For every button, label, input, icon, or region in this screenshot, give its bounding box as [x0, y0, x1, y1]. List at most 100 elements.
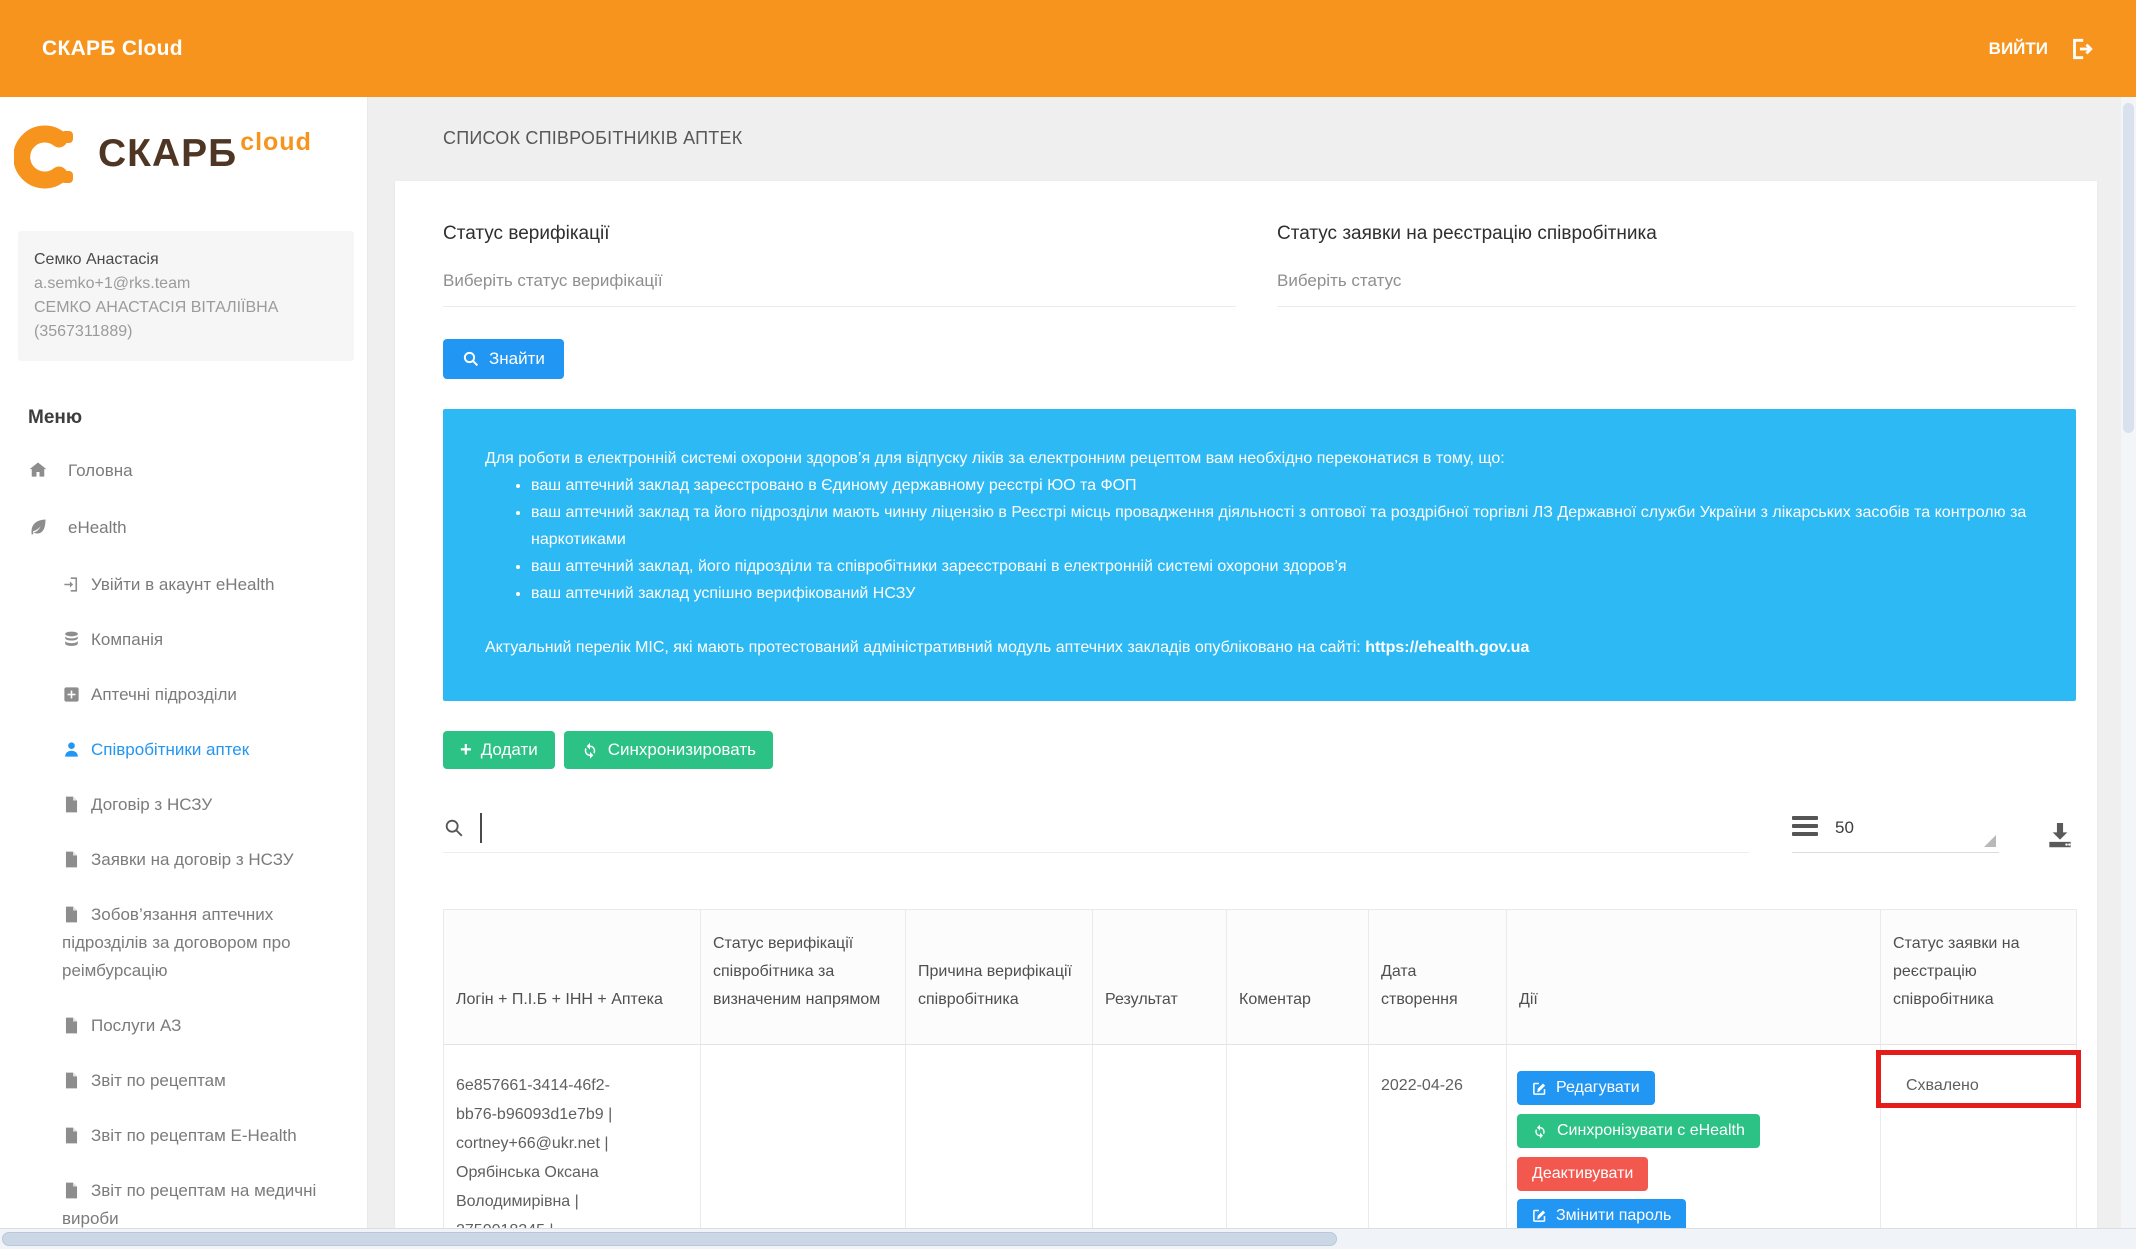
sidebar-item-reimbursement-obligations[interactable]: Зобов’язання аптечних підрозділів за дог…	[28, 901, 343, 985]
sync-ehealth-button[interactable]: Синхронізувати с eHealth	[1517, 1114, 1760, 1148]
file-icon	[62, 905, 82, 925]
main-content: СПИСОК СПІВРОБІТНИКІВ АПТЕК Статус вериф…	[368, 97, 2136, 1249]
verification-status-select[interactable]: Виберіть статус верифікації	[443, 271, 1236, 307]
sidebar-item-az-services[interactable]: Послуги АЗ	[28, 1012, 343, 1040]
brand-title: СКАРБ Cloud	[42, 37, 183, 61]
result-cell	[1093, 1045, 1227, 1249]
home-icon	[28, 460, 48, 480]
topbar: СКАРБ Cloud ВИЙТИ	[0, 0, 2136, 97]
sign-out-icon	[2068, 36, 2094, 62]
verification-status-cell	[701, 1045, 906, 1249]
sidebar-menu: Головна eHealth Увійти в акаунт eHealth …	[0, 457, 367, 1249]
table-search[interactable]	[443, 813, 1749, 853]
sidebar-item-nszu-contract[interactable]: Договір з НСЗУ	[28, 791, 343, 819]
list-controls: 50	[1792, 816, 2076, 853]
notice-item: ваш аптечний заклад та його підрозділи м…	[531, 499, 2034, 553]
vertical-scrollbar-thumb[interactable]	[2123, 103, 2134, 433]
edit-icon	[1532, 1081, 1547, 1096]
sidebar-item-pharmacy-units[interactable]: Аптечні підрозділи	[28, 681, 343, 709]
sidebar-item-company[interactable]: Компанія	[28, 626, 343, 654]
notice-item: ваш аптечний заклад успішно верифіковани…	[531, 580, 2034, 607]
search-icon	[462, 350, 480, 368]
file-icon	[62, 1181, 82, 1201]
user-name: Семко Анастасія	[34, 248, 338, 272]
list-icon	[1792, 816, 1818, 840]
column-header-comment: Коментар	[1227, 910, 1369, 1045]
find-button[interactable]: Знайти	[443, 339, 564, 379]
search-input[interactable]	[488, 817, 1749, 839]
plus-icon: +	[460, 740, 472, 760]
skarb-logo-icon	[14, 125, 78, 189]
file-icon	[62, 1016, 82, 1036]
notice-list: ваш аптечний заклад зареєстровано в Єдин…	[485, 472, 2034, 607]
application-status-select[interactable]: Виберіть статус	[1277, 271, 2076, 307]
page-size-select[interactable]: 50	[1792, 816, 1999, 853]
employee-login-cell: 6e857661-3414-46f2- bb76-b96093d1e7b9 | …	[444, 1045, 701, 1249]
add-button[interactable]: + Додати	[443, 731, 555, 769]
application-status-filter: Статус заявки на реєстрацію співробітник…	[1277, 223, 2076, 307]
sidebar-item-ehealth-login[interactable]: Увійти в акаунт eHealth	[28, 571, 343, 599]
employees-table-wrap: Логін + П.І.Б + ІНН + Аптека Статус вери…	[443, 909, 2076, 1249]
column-header-verification-reason: Причина верифікації співробітника	[906, 910, 1093, 1045]
user-icon	[62, 740, 82, 760]
column-header-created-date: Дата створення	[1369, 910, 1507, 1045]
sidebar-item-ehealth[interactable]: eHealth	[28, 514, 343, 542]
sidebar-item-home[interactable]: Головна	[28, 457, 343, 485]
vertical-scrollbar[interactable]	[2121, 97, 2136, 1228]
sidebar-item-medical-devices-report[interactable]: Звіт по рецептам на медичні вироби	[28, 1177, 343, 1233]
sync-icon	[1532, 1123, 1548, 1139]
info-notice: Для роботи в електронній системі охорони…	[443, 409, 2076, 701]
sidebar-item-prescription-report-ehealth[interactable]: Звіт по рецептам E-Health	[28, 1122, 343, 1150]
employees-table: Логін + П.І.Б + ІНН + Аптека Статус вери…	[443, 909, 2077, 1249]
column-header-result: Результат	[1093, 910, 1227, 1045]
logout-label: ВИЙТИ	[1989, 39, 2048, 59]
user-info-box: Семко Анастасія a.semko+1@rks.team СЕМКО…	[18, 231, 354, 361]
horizontal-scrollbar[interactable]	[0, 1228, 2136, 1249]
row-actions-cell: Редагувати Синхронізувати с eHealth Деак…	[1507, 1045, 1881, 1249]
edit-icon	[1532, 1208, 1547, 1223]
app-window: СКАРБ Cloud ВИЙТИ СКАРБcloud Семко Анаст…	[0, 0, 2136, 1249]
comment-cell	[1227, 1045, 1369, 1249]
page-title: СПИСОК СПІВРОБІТНИКІВ АПТЕК	[368, 97, 2136, 149]
sign-in-icon	[62, 575, 82, 595]
synchronize-button[interactable]: Синхронизировать	[564, 731, 773, 769]
sidebar-item-pharmacy-employees[interactable]: Співробітники аптек	[28, 736, 343, 764]
resize-corner-icon	[1984, 835, 1996, 847]
filters-row: Статус верифікації Виберіть статус вериф…	[443, 223, 2076, 307]
ehealth-link[interactable]: https://ehealth.gov.ua	[1365, 639, 1529, 656]
table-header-row: Логін + П.І.Б + ІНН + Аптека Статус вери…	[444, 910, 2077, 1045]
menu-heading: Меню	[28, 407, 367, 429]
logo-cloud-label: cloud	[240, 128, 312, 156]
sync-icon	[581, 741, 599, 759]
table-actions-row: + Додати Синхронизировать	[443, 731, 2076, 769]
file-icon	[62, 795, 82, 815]
application-status-label: Статус заявки на реєстрацію співробітник…	[1277, 223, 2076, 245]
user-email: a.semko+1@rks.team	[34, 272, 338, 296]
plus-square-icon	[62, 685, 82, 705]
user-phone: (3567311889)	[34, 320, 338, 344]
edit-button[interactable]: Редагувати	[1517, 1071, 1655, 1105]
file-icon	[62, 850, 82, 870]
logout-button[interactable]: ВИЙТИ	[1989, 36, 2094, 62]
text-cursor	[480, 813, 482, 843]
file-icon	[62, 1071, 82, 1091]
notice-item: ваш аптечний заклад, його підрозділи та …	[531, 553, 2034, 580]
column-header-verification-status: Статус верифікації співробітника за визн…	[701, 910, 906, 1045]
download-button[interactable]	[2044, 819, 2076, 853]
sidebar-item-prescription-report[interactable]: Звіт по рецептам	[28, 1067, 343, 1095]
database-icon	[62, 630, 82, 650]
application-status-cell: Схвалено	[1881, 1045, 2077, 1249]
status-value: Схвалено	[1906, 1077, 1979, 1094]
notice-item: ваш аптечний заклад зареєстровано в Єдин…	[531, 472, 2034, 499]
search-icon	[443, 817, 465, 839]
sidebar-item-nszu-contract-applications[interactable]: Заявки на договір з НСЗУ	[28, 846, 343, 874]
verification-status-filter: Статус верифікації Виберіть статус вериф…	[443, 223, 1236, 307]
sidebar: СКАРБcloud Семко Анастасія a.semko+1@rks…	[0, 97, 368, 1249]
deactivate-button[interactable]: Деактивувати	[1517, 1157, 1648, 1191]
column-header-login: Логін + П.І.Б + ІНН + Аптека	[444, 910, 701, 1045]
horizontal-scrollbar-thumb[interactable]	[2, 1232, 1337, 1246]
table-row: 6e857661-3414-46f2- bb76-b96093d1e7b9 | …	[444, 1045, 2077, 1249]
column-header-application-status: Статус заявки на реєстрацію співробітник…	[1881, 910, 2077, 1045]
verification-status-label: Статус верифікації	[443, 223, 1236, 245]
content-card: Статус верифікації Виберіть статус вериф…	[395, 181, 2097, 1249]
